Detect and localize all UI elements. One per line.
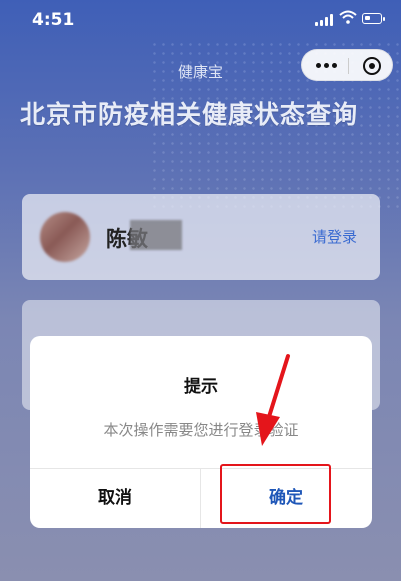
dialog-title: 提示 [184, 377, 218, 397]
annotation-highlight-box [220, 464, 331, 524]
cancel-button[interactable]: 取消 [30, 468, 200, 528]
dialog-message: 本次操作需要您进行登录验证 [103, 421, 299, 439]
